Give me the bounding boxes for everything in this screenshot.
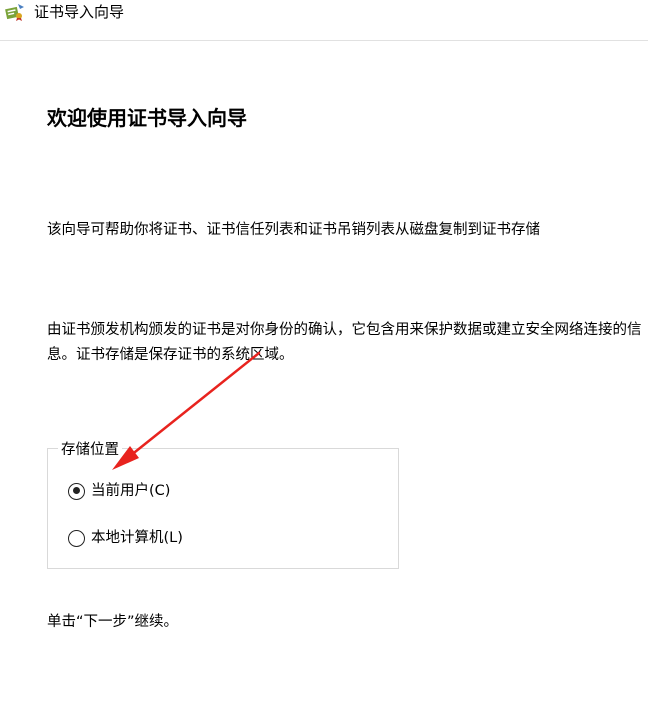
store-location-legend: 存储位置 bbox=[58, 438, 122, 462]
continue-hint: 单击“下一步”继续。 bbox=[47, 614, 179, 630]
radio-current-user-label[interactable]: 当前用户(C) bbox=[91, 479, 170, 503]
window-title: 证书导入向导 bbox=[34, 3, 125, 21]
page-heading: 欢迎使用证书导入向导 bbox=[47, 106, 247, 130]
certificate-wizard-icon bbox=[4, 2, 26, 22]
description-text-line-1: 由证书颁发机构颁发的证书是对你身份的确认，它包含用来保护数据或建立安全网络连接的… bbox=[47, 322, 642, 338]
radio-current-user[interactable]: 当前用户(C) bbox=[68, 479, 170, 503]
title-bar: 证书导入向导 bbox=[0, 0, 648, 41]
radio-local-machine-label[interactable]: 本地计算机(L) bbox=[91, 526, 183, 550]
store-location-groupbox bbox=[47, 448, 399, 569]
intro-text: 该向导可帮助你将证书、证书信任列表和证书吊销列表从磁盘复制到证书存储 bbox=[47, 222, 540, 238]
radio-local-machine[interactable]: 本地计算机(L) bbox=[68, 526, 183, 550]
description-text-line-2: 息。证书存储是保存证书的系统区域。 bbox=[47, 347, 294, 363]
radio-unchecked-icon[interactable] bbox=[68, 529, 85, 547]
radio-checked-icon[interactable] bbox=[68, 482, 85, 500]
